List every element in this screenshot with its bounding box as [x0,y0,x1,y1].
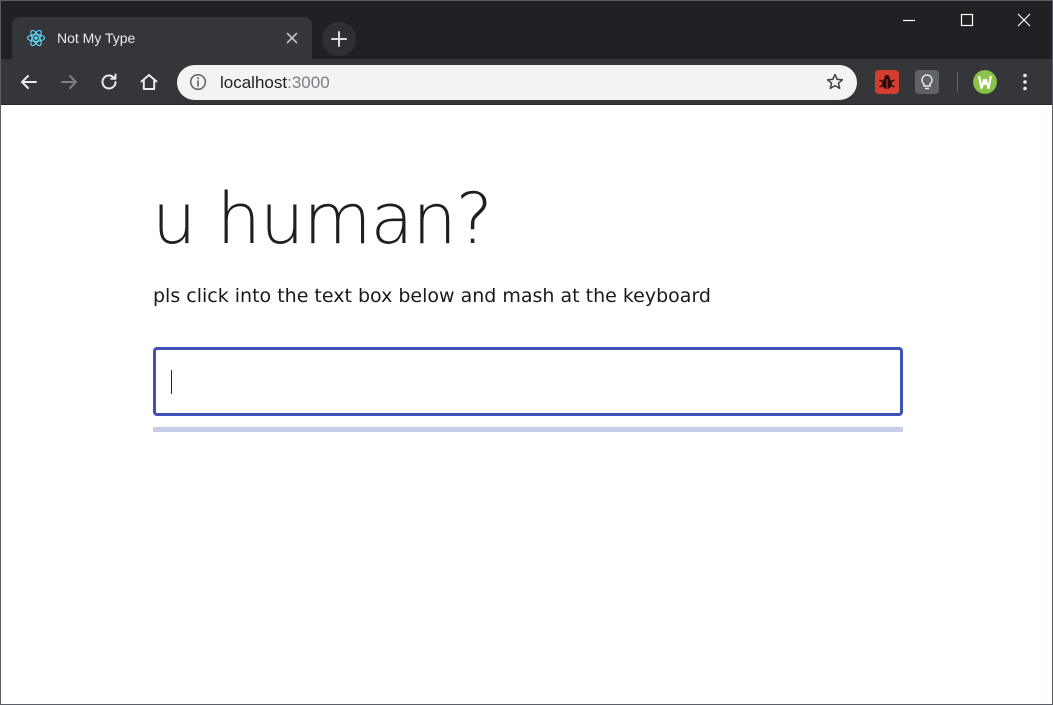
extension-lightbulb-icon[interactable] [915,70,939,94]
toolbar-divider [957,72,958,92]
url-host: localhost [220,73,288,92]
close-icon [1017,13,1031,27]
browser-window: Not My Type localhost:3000 u human? pls … [0,0,1053,705]
maximize-icon [960,13,974,27]
info-icon[interactable] [189,73,207,91]
extension-bug-icon[interactable] [875,70,899,94]
tab-active[interactable]: Not My Type [12,17,312,59]
back-button[interactable] [17,70,41,94]
tab-title: Not My Type [57,30,136,46]
react-atom-icon [26,28,46,48]
minimize-button[interactable] [895,7,923,33]
forward-button[interactable] [57,70,81,94]
mash-text-input[interactable] [153,347,903,416]
home-icon [140,74,158,90]
close-tab-icon[interactable] [282,28,302,48]
maximize-button[interactable] [953,7,981,33]
arrow-right-icon [61,75,77,89]
close-window-button[interactable] [1010,7,1038,33]
plus-icon [331,31,347,47]
url-text[interactable]: localhost:3000 [220,73,330,93]
reload-button[interactable] [97,70,121,94]
arrow-left-icon [21,75,37,89]
title-bar: Not My Type [1,1,1052,59]
browser-toolbar: localhost:3000 [1,59,1052,105]
avatar[interactable] [973,70,997,94]
home-button[interactable] [137,70,161,94]
minimize-icon [903,19,915,22]
page-content: u human? pls click into the text box bel… [1,106,1052,704]
address-bar[interactable]: localhost:3000 [177,65,857,100]
star-icon[interactable] [825,72,845,92]
menu-kebab-icon[interactable] [1013,70,1037,94]
instruction-text: pls click into the text box below and ma… [153,285,711,307]
text-caret [171,370,172,394]
new-tab-button[interactable] [322,22,356,56]
progress-bar [153,427,903,432]
page-title: u human? [152,178,493,260]
reload-icon [101,73,117,90]
url-port: :3000 [287,73,330,92]
